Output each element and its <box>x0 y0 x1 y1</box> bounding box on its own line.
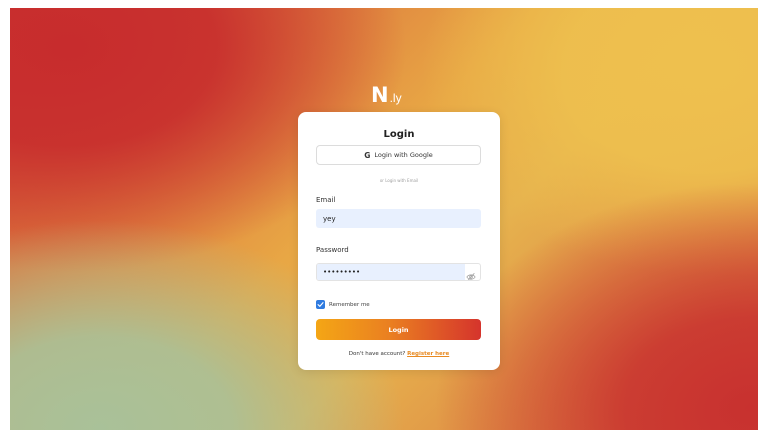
password-label: Password <box>316 246 349 254</box>
password-field[interactable] <box>317 264 465 280</box>
login-button[interactable]: Login <box>316 319 481 340</box>
remember-me-row: Remember me <box>316 300 370 309</box>
email-field[interactable] <box>316 209 481 228</box>
google-icon: G <box>364 150 371 160</box>
logo-suffix: .ly <box>389 91 402 105</box>
register-link[interactable]: Register here <box>407 351 449 357</box>
password-field-wrapper <box>316 263 481 281</box>
google-login-label: Login with Google <box>374 151 433 159</box>
background-screen: N .ly Login G Login with Google or Login… <box>10 8 758 430</box>
google-login-button[interactable]: G Login with Google <box>316 145 481 165</box>
login-title: Login <box>383 129 415 140</box>
eye-slash-icon[interactable] <box>466 267 476 280</box>
login-card: Login G Login with Google or Login with … <box>298 112 500 370</box>
remember-me-checkbox[interactable] <box>316 300 325 309</box>
divider-text: or Login with Email <box>379 178 419 183</box>
logo-mark: N <box>371 83 389 107</box>
register-prompt: Don't have account? Register here <box>298 351 500 357</box>
brand-logo: N .ly <box>371 84 402 106</box>
register-prompt-text: Don't have account? <box>348 351 406 357</box>
remember-me-label: Remember me <box>329 301 370 308</box>
email-label: Email <box>316 196 336 204</box>
checkmark-icon <box>317 302 324 307</box>
